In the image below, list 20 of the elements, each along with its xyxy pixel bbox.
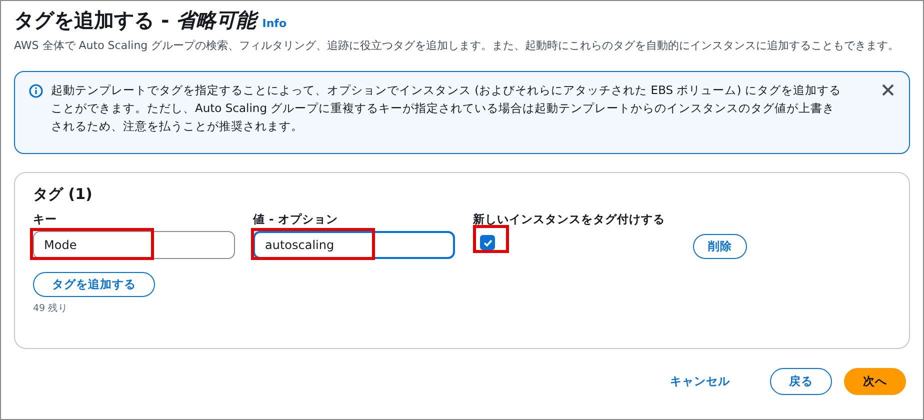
- panel-title: タグ (1): [33, 185, 94, 204]
- page-title: タグを追加する - 省略可能: [14, 7, 256, 34]
- cancel-link[interactable]: キャンセル: [656, 369, 744, 394]
- value-field[interactable]: autoscaling: [253, 231, 455, 259]
- check-icon: [482, 238, 492, 248]
- column-label: キー: [33, 212, 58, 227]
- column-label: 値 - オプション: [253, 212, 339, 227]
- page-description: AWS 全体で Auto Scaling グループの検索、フィルタリング、追跡に役立つタグを追加します。また、起動時にこれらのタグを自動的にインスタンスに追加することもできます。: [14, 38, 900, 54]
- close-icon[interactable]: [881, 83, 895, 97]
- column-label: 新しいインスタンスをタグ付けする: [473, 212, 666, 227]
- info-icon: [29, 84, 43, 98]
- add-tag-button[interactable]: タグを追加する: [33, 272, 155, 297]
- alert-message: 起動テンプレートでタグを指定することによって、オプションでインスタンス (およびそれらにアタッチされた EBS ボリューム) にタグを追加することができます。ただし、Auto Scaling グループに重複するキーが指定されている場合は起動テンプレートからのインスタンスのタグ値が上書きされるため、注意を払うことが推奨されます。: [51, 82, 842, 135]
- remaining-count: 49 残り: [33, 302, 70, 315]
- back-button[interactable]: 戻る: [770, 368, 832, 395]
- info-link[interactable]: Info: [262, 17, 287, 30]
- checkbox[interactable]: [480, 235, 495, 250]
- remove-button[interactable]: 削除: [693, 234, 747, 259]
- next-button[interactable]: 次へ: [844, 368, 906, 395]
- key-field[interactable]: Mode: [33, 231, 235, 259]
